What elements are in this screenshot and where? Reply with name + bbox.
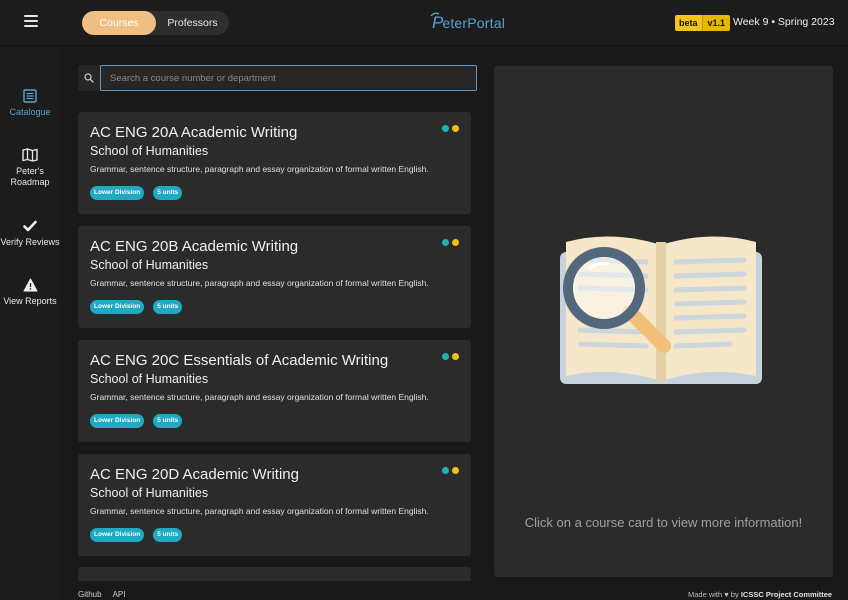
course-school: School of Humanities bbox=[90, 372, 209, 386]
version-badge: beta v1.1 bbox=[675, 15, 731, 31]
course-card[interactable]: AC ENG 20C Essentials of Academic Writin… bbox=[78, 340, 471, 442]
yellow-dot-icon bbox=[452, 467, 459, 474]
course-title: AC ENG 20B Academic Writing bbox=[90, 238, 299, 255]
teal-dot-icon bbox=[442, 353, 449, 360]
tab-courses[interactable]: Courses bbox=[82, 11, 156, 35]
search-bar bbox=[78, 65, 477, 91]
yellow-dot-icon bbox=[452, 239, 459, 246]
version-label: v1.1 bbox=[701, 15, 731, 31]
course-title: AC ENG 20C Essentials of Academic Writin… bbox=[90, 352, 389, 369]
course-description: Grammar, sentence structure, paragraph a… bbox=[90, 164, 429, 174]
sidebar: Catalogue Peter's Roadmap Verify Reviews… bbox=[0, 47, 60, 600]
units-tag: 5 units bbox=[153, 528, 183, 542]
hamburger-menu-icon[interactable] bbox=[24, 15, 38, 29]
sidebar-item-verify-reviews[interactable]: Verify Reviews bbox=[0, 220, 60, 248]
course-tags: Lower Division 5 units bbox=[90, 186, 183, 200]
course-term-dots bbox=[442, 353, 459, 360]
course-term-dots bbox=[442, 125, 459, 132]
org-name: ICSSC Project Committee bbox=[740, 590, 833, 599]
search-type-toggle: Courses Professors bbox=[82, 11, 229, 35]
sidebar-item-roadmap[interactable]: Peter's Roadmap bbox=[0, 148, 60, 188]
panel-hint-text: Click on a course card to view more info… bbox=[524, 515, 803, 530]
course-description: Grammar, sentence structure, paragraph a… bbox=[90, 506, 429, 516]
search-icon bbox=[84, 73, 94, 83]
sidebar-item-catalogue[interactable]: Catalogue bbox=[0, 89, 60, 118]
course-card[interactable]: AC ENG 20B Academic Writing School of Hu… bbox=[78, 226, 471, 328]
api-link[interactable]: API bbox=[113, 590, 126, 599]
open-book-magnifier-illustration bbox=[560, 236, 762, 384]
sidebar-item-label-line2: Roadmap bbox=[10, 177, 50, 187]
search-input[interactable] bbox=[100, 65, 477, 91]
logo-text: eterPortal bbox=[442, 15, 506, 31]
course-description: Grammar, sentence structure, paragraph a… bbox=[90, 278, 429, 288]
level-tag: Lower Division bbox=[90, 528, 145, 542]
units-tag: 5 units bbox=[153, 414, 183, 428]
course-card-partial[interactable] bbox=[78, 567, 471, 581]
course-title: AC ENG 20A Academic Writing bbox=[90, 124, 298, 141]
level-tag: Lower Division bbox=[90, 186, 145, 200]
units-tag: 5 units bbox=[153, 300, 183, 314]
course-description: Grammar, sentence structure, paragraph a… bbox=[90, 392, 429, 402]
teal-dot-icon bbox=[442, 239, 449, 246]
course-school: School of Humanities bbox=[90, 258, 209, 272]
course-tags: Lower Division 5 units bbox=[90, 300, 183, 314]
beta-label: beta bbox=[675, 15, 702, 31]
search-button[interactable] bbox=[78, 65, 100, 91]
made-with-text: Made with ♥ by bbox=[688, 590, 739, 599]
check-icon bbox=[23, 220, 37, 232]
footer-credit: Made with ♥ by ICSSC Project Committee bbox=[688, 590, 832, 599]
course-card[interactable]: AC ENG 20D Academic Writing School of Hu… bbox=[78, 454, 471, 556]
sidebar-item-label: Verify Reviews bbox=[0, 237, 60, 247]
course-detail-panel: Click on a course card to view more info… bbox=[494, 66, 833, 577]
sidebar-item-label-line1: Peter's bbox=[16, 166, 44, 176]
course-school: School of Humanities bbox=[90, 486, 209, 500]
teal-dot-icon bbox=[442, 125, 449, 132]
warning-icon bbox=[23, 278, 37, 292]
yellow-dot-icon bbox=[452, 125, 459, 132]
course-title: AC ENG 20D Academic Writing bbox=[90, 466, 299, 483]
yellow-dot-icon bbox=[452, 353, 459, 360]
peterportal-logo[interactable]: PeterPortal bbox=[430, 10, 506, 36]
anteater-icon bbox=[430, 12, 440, 17]
catalogue-icon bbox=[23, 89, 37, 103]
top-header: Courses Professors PeterPortal beta v1.1… bbox=[0, 0, 848, 46]
course-tags: Lower Division 5 units bbox=[90, 528, 183, 542]
course-term-dots bbox=[442, 239, 459, 246]
teal-dot-icon bbox=[442, 467, 449, 474]
level-tag: Lower Division bbox=[90, 414, 145, 428]
map-icon bbox=[22, 148, 38, 162]
units-tag: 5 units bbox=[153, 186, 183, 200]
level-tag: Lower Division bbox=[90, 300, 145, 314]
footer-links: Github API bbox=[78, 590, 125, 599]
sidebar-item-label: View Reports bbox=[3, 296, 57, 306]
course-school: School of Humanities bbox=[90, 144, 209, 158]
course-card[interactable]: AC ENG 20A Academic Writing School of Hu… bbox=[78, 112, 471, 214]
course-tags: Lower Division 5 units bbox=[90, 414, 183, 428]
term-label: Week 9 • Spring 2023 bbox=[733, 16, 835, 28]
tab-professors[interactable]: Professors bbox=[156, 11, 229, 35]
github-link[interactable]: Github bbox=[78, 590, 102, 599]
course-term-dots bbox=[442, 467, 459, 474]
sidebar-item-view-reports[interactable]: View Reports bbox=[0, 278, 60, 307]
sidebar-item-label: Catalogue bbox=[9, 107, 51, 117]
